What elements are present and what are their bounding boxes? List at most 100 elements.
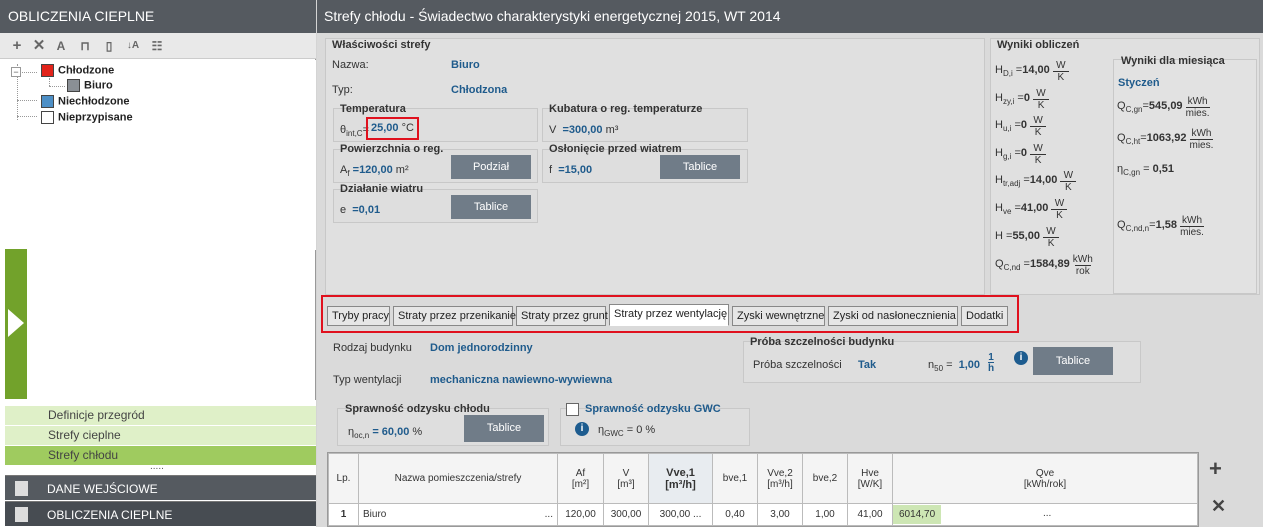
column-header-8[interactable]: Hve [W/K] [847, 453, 893, 504]
row-name[interactable]: Biuro... [358, 503, 558, 526]
document-icon [15, 481, 28, 496]
tree-node-nieprzypisane[interactable]: Nieprzypisane [41, 111, 133, 124]
month-name[interactable]: Styczeń [1118, 77, 1160, 89]
gwc-info-icon[interactable]: i [575, 422, 589, 436]
result-row: Hve =41,00 WK [995, 198, 1068, 221]
delete-icon[interactable]: ✕ [30, 37, 48, 55]
left-panel-title: OBLICZENIA CIEPLNE [0, 0, 316, 33]
oslonecie-title: Osłonięcie przed wiatrem [549, 143, 682, 155]
column-header-0[interactable]: Lp. [328, 453, 359, 504]
row-name-ellipsis: ... [544, 509, 553, 520]
column-header-6[interactable]: Vve,2 [m³/h] [757, 453, 803, 504]
dzialanie-field: e =0,01 [340, 204, 381, 216]
temperature-symbol: θint,C= [340, 124, 370, 139]
typ-value[interactable]: Chłodzona [451, 84, 507, 96]
properties-title: Właściwości strefy [332, 39, 431, 51]
dane-wejsciowe-button[interactable]: DANE WEJŚCIOWE [5, 475, 316, 500]
gwc-field: ηGWC = 0 % [598, 424, 656, 439]
dzialanie-tablice-button[interactable]: Tablice [451, 195, 531, 219]
column-header-5[interactable]: bve,1 [712, 453, 758, 504]
add-row-icon[interactable]: + [1209, 456, 1222, 482]
kubatura-title: Kubatura o reg. temperaturze [549, 103, 703, 115]
n50-unit: 1h [988, 352, 995, 374]
podzial-button[interactable]: Podział [451, 155, 531, 179]
result-row: Hu,i =0 WK [995, 115, 1047, 138]
tabs-highlight [321, 295, 1019, 333]
kubatura-field: V =300,00 m³ [549, 124, 619, 136]
row-qve: 6014,70... [892, 503, 1198, 526]
nav-definicje[interactable]: Definicje przegród [5, 406, 316, 425]
temperature-title: Temperatura [340, 103, 406, 115]
row-v[interactable]: 300,00 [603, 503, 649, 526]
proba-tablice-button[interactable]: Tablice [1033, 347, 1113, 375]
proba-value[interactable]: Tak [858, 359, 876, 371]
month-title: Wyniki dla miesiąca [1121, 55, 1225, 67]
unassigned-icon [41, 111, 54, 124]
gwc-title: Sprawność odzysku GWC [585, 403, 721, 415]
row-bve1[interactable]: 0,40 [712, 503, 758, 526]
column-header-2[interactable]: Af [m²] [557, 453, 604, 504]
rodzaj-value[interactable]: Dom jednorodzinny [430, 342, 533, 354]
result-row: QC,nd =1584,89 kWh rok [995, 254, 1093, 277]
row-hve: 41,00 [847, 503, 893, 526]
tree-node-niechlodzone[interactable]: Niechłodzone [41, 95, 130, 108]
row-lp: 1 [328, 503, 359, 526]
move-icon[interactable]: ⊓ [76, 37, 94, 55]
nav-strefy-cieplne[interactable]: Strefy cieplne [5, 426, 316, 445]
powierzchnia-title: Powierzchnia o reg. [340, 143, 444, 155]
row-af[interactable]: 120,00 [557, 503, 604, 526]
calculator-icon [15, 507, 28, 522]
row-vve1[interactable]: 300,00 ... [648, 503, 713, 526]
expand-arrow-icon [8, 309, 24, 337]
collapse-icon[interactable]: − [11, 67, 21, 77]
zone-tree: − Chłodzone Biuro Niechłodzone Nieprzypi… [5, 60, 316, 250]
column-header-3[interactable]: V [m³] [603, 453, 649, 504]
rooms-table: Lp. Nazwa pomieszczenia/strefy Af [m²] V [m³]… [327, 452, 1199, 527]
oslonecie-tablice-button[interactable]: Tablice [660, 155, 740, 179]
window-title: Strefy chłodu - Świadectwo charakterysty… [317, 0, 1263, 33]
row-bve2[interactable]: 1,00 [802, 503, 848, 526]
temperature-field[interactable]: 25,00 °C [371, 122, 414, 134]
proba-label: Próba szczelności [753, 359, 842, 371]
results-title: Wyniki obliczeń [997, 39, 1080, 51]
table-row[interactable]: 1 Biuro... 120,00 300,00 300,00 ... 0,40… [328, 503, 1198, 526]
result-row: HD,i =14,00 WK [995, 60, 1069, 83]
sprawnosc-title: Sprawność odzysku chłodu [345, 403, 490, 415]
column-header-4[interactable]: Vve,1 [m³/h] [648, 453, 713, 504]
filter-icon[interactable]: ☷ [148, 37, 166, 55]
delete-row-icon[interactable]: ✕ [1211, 496, 1226, 517]
collapse-panel-bar[interactable] [5, 249, 27, 399]
typ-wentylacji-label: Typ wentylacji [333, 374, 402, 386]
typ-wentylacji-value[interactable]: mechaniczna nawiewno-wywiewna [430, 374, 612, 386]
column-header-7[interactable]: bve,2 [802, 453, 848, 504]
rename-icon[interactable]: A [52, 37, 70, 55]
gwc-checkbox[interactable] [566, 403, 579, 416]
uncooled-zone-icon [41, 95, 54, 108]
rodzaj-label: Rodzaj budynku [333, 342, 412, 354]
sprawnosc-tablice-button[interactable]: Tablice [464, 415, 544, 442]
result-row: Hzy,i =0 WK [995, 88, 1050, 111]
month-row-qcnd: QC,nd,n=1,58 kWh mies. [1117, 215, 1204, 238]
dzialanie-title: Działanie wiatru [340, 183, 424, 195]
info-icon[interactable]: i [1014, 351, 1028, 365]
obliczenia-cieplne-button[interactable]: OBLICZENIA CIEPLNE [5, 501, 316, 526]
result-row: Htr,adj =14,00 WK [995, 170, 1077, 193]
cooled-zone-icon [41, 64, 54, 77]
splitter-handle[interactable]: ..... [150, 461, 164, 472]
row-vve2[interactable]: 3,00 [757, 503, 803, 526]
nazwa-value[interactable]: Biuro [451, 59, 480, 71]
column-header-1[interactable]: Nazwa pomieszczenia/strefy [358, 453, 558, 504]
month-row-qcgn: QC,gn=545,09 kWh mies. [1117, 96, 1210, 119]
month-row-qcht: QC,ht=1063,92 kWh mies. [1117, 128, 1214, 151]
sort-icon[interactable]: ↓A [124, 37, 142, 55]
tree-toolbar: + ✕ A ⊓ ▯ ↓A ☷ [0, 33, 316, 59]
copy-icon[interactable]: ▯ [100, 37, 118, 55]
sprawnosc-field: ηoc,n = 60,00 % [348, 426, 423, 441]
nazwa-label: Nazwa: [332, 59, 369, 71]
room-icon [67, 79, 80, 92]
tree-node-biuro[interactable]: Biuro [67, 79, 113, 92]
result-row: H =55,00 WK [995, 226, 1060, 249]
tree-node-chlodzone[interactable]: Chłodzone [41, 64, 114, 77]
add-icon[interactable]: + [8, 37, 26, 55]
column-header-9[interactable]: Qve [kWh/rok] [892, 453, 1198, 504]
